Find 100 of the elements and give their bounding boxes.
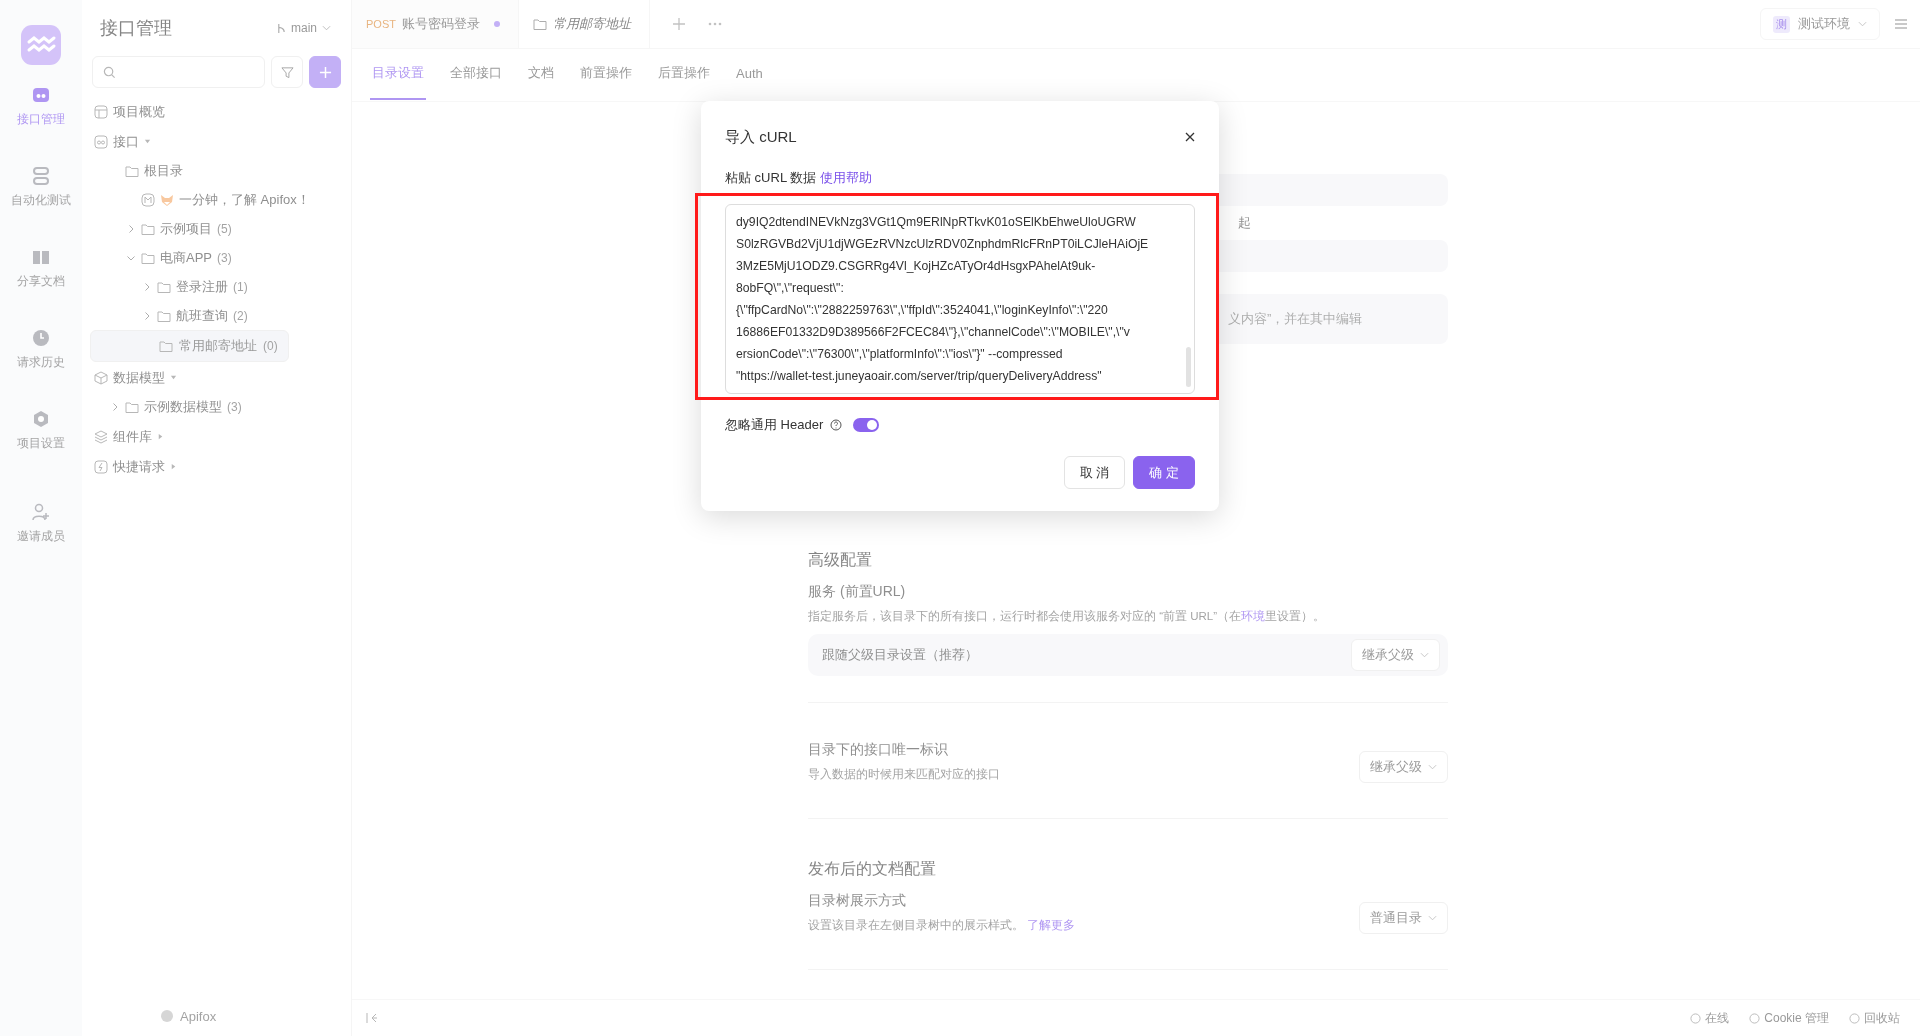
section-heading: 高级配置 <box>808 550 873 570</box>
panel-title: 接口管理 <box>100 17 172 40</box>
more-icon[interactable] <box>707 22 722 26</box>
folder-icon <box>125 399 139 414</box>
layout-icon <box>94 104 108 119</box>
toggle-switch[interactable] <box>853 418 880 432</box>
folder-icon <box>157 279 171 294</box>
environment-link[interactable]: 环境 <box>1241 610 1266 622</box>
field-label: 目录树展示方式 <box>808 892 907 910</box>
item-count: (5) <box>217 221 232 236</box>
field-description: 设置该目录在左侧目录树中的展示样式。 了解更多 <box>808 918 1076 933</box>
dropdown[interactable]: 继承父级 <box>1359 750 1448 783</box>
collapse-icon[interactable] <box>366 1012 378 1024</box>
search-field[interactable] <box>92 56 265 88</box>
nav-item[interactable]: 接口管理 <box>17 85 65 128</box>
plus-icon <box>318 65 332 79</box>
help-icon[interactable] <box>830 419 843 431</box>
item-count: (3) <box>227 399 242 414</box>
branch-selector[interactable]: main <box>277 21 331 35</box>
field-label: 服务 (前置URL) <box>808 583 907 601</box>
status-item[interactable]: 回收站 <box>1849 1009 1900 1027</box>
caret-icon[interactable] <box>157 433 164 440</box>
filter-button[interactable] <box>271 56 303 88</box>
section-tab[interactable]: 全部接口 <box>448 50 504 100</box>
menu-icon[interactable] <box>1894 18 1908 30</box>
tree-item[interactable]: 数据模型 <box>90 363 343 392</box>
learn-more-link[interactable]: 了解更多 <box>1027 919 1076 931</box>
caret-icon[interactable] <box>170 463 177 470</box>
clock-icon <box>31 328 51 348</box>
markdown-icon <box>141 192 155 207</box>
section-tab[interactable]: 后置操作 <box>656 50 712 100</box>
status-item[interactable]: Cookie 管理 <box>1749 1009 1829 1027</box>
cancel-button[interactable]: 取 消 <box>1063 456 1126 489</box>
section-heading: 发布后的文档配置 <box>808 859 937 879</box>
tree-item[interactable]: 航班查询 (2) <box>90 301 343 330</box>
tree-item[interactable]: 项目概览 <box>90 97 343 126</box>
field-description: 指定服务后，该目录下的所有接口，运行时都会使用该服务对应的 “前置 URL”（在环境里设置）。 <box>808 609 1327 624</box>
add-tab-icon[interactable] <box>671 17 686 31</box>
item-count: (0) <box>263 339 278 353</box>
caret-icon[interactable] <box>111 402 119 411</box>
tree-item[interactable]: 快捷请求 <box>90 452 343 481</box>
help-link[interactable]: 使用帮助 <box>819 170 872 185</box>
cube-icon <box>94 370 108 385</box>
nav-item[interactable]: 分享文档 <box>17 247 65 290</box>
status-icon <box>1690 1012 1702 1024</box>
layers-icon <box>94 429 108 444</box>
status-item[interactable]: 在线 <box>1690 1009 1730 1027</box>
dropdown[interactable]: 普通目录 <box>1359 901 1448 934</box>
tab-label: 常用邮寄地址 <box>552 15 631 33</box>
tree-item[interactable]: 示例项目 (5) <box>90 214 343 243</box>
caret-icon[interactable] <box>127 224 135 233</box>
nav-item[interactable]: 邀请成员 <box>17 502 65 545</box>
branch-icon <box>277 22 286 34</box>
server-icon <box>31 166 51 186</box>
nav-item[interactable]: 项目设置 <box>17 409 65 452</box>
chevron-down-icon <box>1428 763 1437 770</box>
dropdown[interactable]: 继承父级 <box>1351 639 1440 671</box>
folder-icon <box>532 17 547 31</box>
nav-item[interactable]: 请求历史 <box>17 328 65 371</box>
close-icon[interactable] <box>1185 132 1195 142</box>
curl-input-field[interactable]: dy9IQ2dtendINEVkNzg3VGt1Qm9ERlNpRTkvK01oSElKbEhweUloUGRW S0lzRGVBd2VjU1djWGEzRVNzcUlzRDV0ZnphdmRlcFRnPT0iLCJleHAiOjE 3MzE5MjU1ODZ9.CSGRRg4Vl_KojHZcATyOr4dHsgxPAhelAt9uk- 8obFQ\",\"request\": {\"ffpCardNo\":\"2882259763\",\"ffpId\":3524041,\"loginKeyInfo\":\"220 16886EF01332D9D389566F2FCEC84\"},\"channelCode\":\"MOBILE\",\"v ersionCode\":\"76300\",\"platformInfo\":\"ios\"}" --compressed "https://wallet-test.juneyaoair.com/server/trip/queryDeliveryAddress" <box>725 204 1195 394</box>
method-label: POST <box>366 18 396 30</box>
tree-item[interactable]: 根目录 <box>90 156 343 185</box>
status-icon <box>1749 1012 1761 1024</box>
tree-item[interactable]: 登录注册 (1) <box>90 272 343 301</box>
tree-item[interactable]: 接口 <box>90 127 343 156</box>
brand-logo: Apifox <box>160 1008 217 1024</box>
add-user-icon <box>31 502 51 522</box>
field-label: 粘贴 cURL 数据 <box>725 170 817 185</box>
section-tab[interactable]: 目录设置 <box>370 50 426 100</box>
item-count: (1) <box>233 279 248 294</box>
caret-icon[interactable] <box>144 138 151 145</box>
tree-item[interactable]: 电商APP (3) <box>90 243 343 272</box>
environment-selector[interactable]: 测 测试环境 <box>1760 8 1880 40</box>
folder-icon <box>159 339 173 353</box>
folder-icon <box>141 250 155 265</box>
item-count: (2) <box>233 308 248 323</box>
tree-item[interactable]: 常用邮寄地址 (0) <box>90 330 289 362</box>
folder-icon <box>157 308 171 323</box>
app-logo <box>21 25 61 65</box>
nav-item[interactable]: 自动化测试 <box>11 166 71 209</box>
add-button[interactable] <box>309 56 341 88</box>
chevron-down-icon <box>1428 914 1437 921</box>
caret-icon[interactable] <box>143 311 151 320</box>
tree-item[interactable]: 组件库 <box>90 422 343 451</box>
status-icon <box>1849 1012 1860 1024</box>
tree-item[interactable]: 示例数据模型 (3) <box>90 392 343 421</box>
field-label: 目录下的接口唯一标识 <box>808 741 949 759</box>
chevron-down-icon <box>322 25 331 31</box>
section-tab[interactable]: 前置操作 <box>578 50 634 100</box>
filter-icon <box>280 65 294 79</box>
section-tab[interactable]: 文档 <box>526 50 556 100</box>
fox-icon <box>160 192 174 207</box>
caret-icon[interactable] <box>170 374 177 381</box>
section-tab[interactable]: Auth <box>734 51 765 99</box>
settings-icon <box>31 409 51 429</box>
caret-icon[interactable] <box>143 282 151 291</box>
field-label: 起 <box>1238 214 1252 232</box>
confirm-button[interactable]: 确 定 <box>1133 456 1195 489</box>
caret-icon[interactable] <box>127 253 135 262</box>
